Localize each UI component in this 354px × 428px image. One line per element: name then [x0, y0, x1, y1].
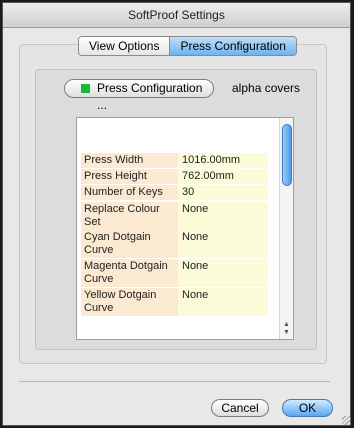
- property-value: None: [178, 230, 268, 258]
- property-key: Press Width: [81, 153, 178, 168]
- alpha-covers-label: alpha covers: [232, 81, 301, 95]
- press-configuration-button-label: Press Configuration ...: [97, 81, 203, 112]
- property-value: None: [178, 202, 268, 230]
- property-value: 1016.00mm: [178, 153, 268, 168]
- vertical-scrollbar[interactable]: ▲ ▼: [279, 118, 293, 339]
- property-key: Press Height: [81, 169, 178, 184]
- list-item: Yellow Dotgain Curve None: [81, 288, 281, 316]
- property-key: Number of Keys: [81, 185, 178, 200]
- property-key: Yellow Dotgain Curve: [81, 288, 178, 316]
- resize-grip-icon[interactable]: [342, 416, 351, 425]
- ok-button[interactable]: OK: [282, 399, 333, 417]
- divider: [19, 381, 330, 382]
- list-item: Magenta Dotgain Curve None: [81, 259, 281, 287]
- scroll-down-arrow-icon[interactable]: ▼: [283, 329, 290, 337]
- scrollbar-thumb[interactable]: [282, 124, 292, 186]
- window-title: SoftProof Settings: [3, 3, 350, 28]
- list-item: Press Height 762.00mm: [81, 169, 281, 184]
- press-properties-list[interactable]: Press Width 1016.00mm Press Height 762.0…: [76, 117, 294, 340]
- green-status-icon: [81, 84, 90, 93]
- property-value: 30: [178, 185, 268, 200]
- cancel-button[interactable]: Cancel: [211, 399, 269, 417]
- property-key: Cyan Dotgain Curve: [81, 230, 178, 258]
- property-value: None: [178, 259, 268, 287]
- property-value: 762.00mm: [178, 169, 268, 184]
- tab-bar: View Options Press Configuration: [78, 36, 297, 56]
- property-key: Replace Colour Set: [81, 202, 178, 230]
- list-item: Cyan Dotgain Curve None: [81, 230, 281, 258]
- property-value: None: [178, 288, 268, 316]
- tab-press-configuration[interactable]: Press Configuration: [169, 37, 296, 55]
- list-item: Number of Keys 30: [81, 185, 281, 200]
- scroll-up-arrow-icon[interactable]: ▲: [283, 321, 290, 329]
- tab-view-options[interactable]: View Options: [79, 37, 170, 55]
- list-item: Replace Colour Set None: [81, 202, 281, 230]
- list-item: Press Width 1016.00mm: [81, 153, 281, 168]
- press-configuration-button[interactable]: Press Configuration ...: [64, 79, 214, 112]
- property-key: Magenta Dotgain Curve: [81, 259, 178, 287]
